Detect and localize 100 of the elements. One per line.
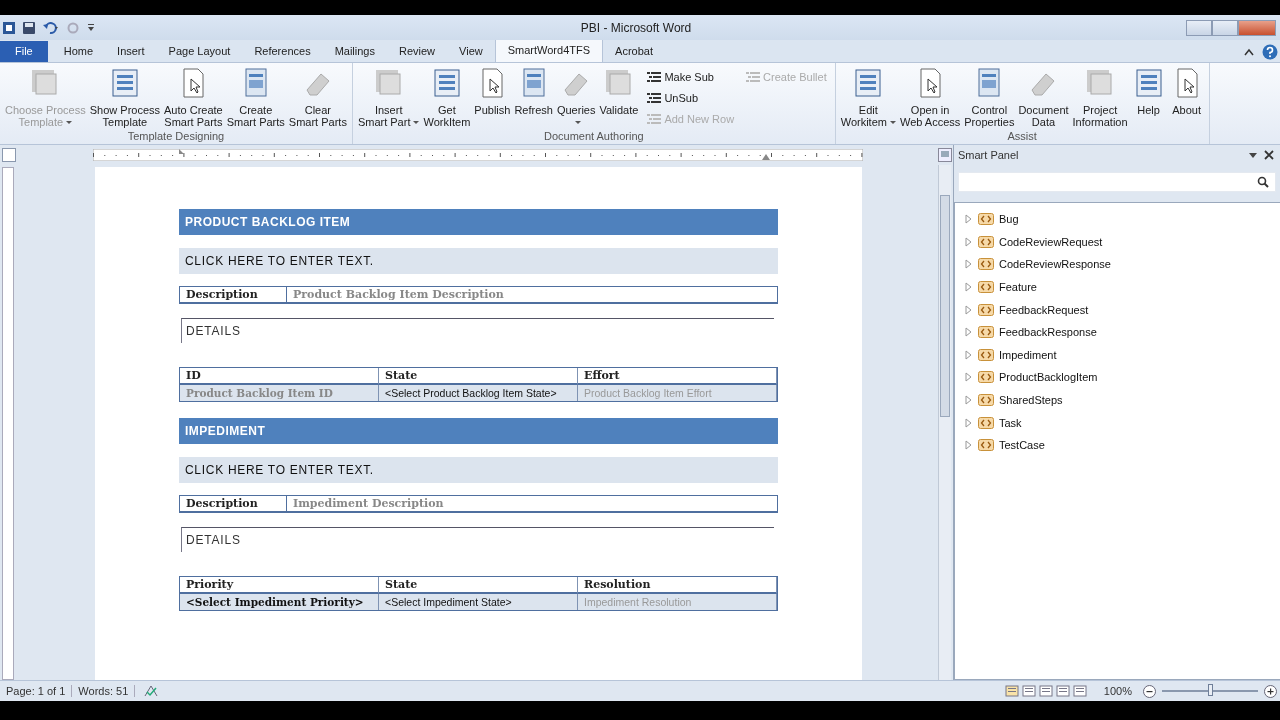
ribbon-button[interactable]: Open in Web Access (898, 66, 962, 128)
ribbon-button[interactable]: Refresh (513, 66, 554, 116)
expand-arrow-icon[interactable] (964, 395, 972, 406)
caret-icon[interactable] (889, 120, 896, 124)
tree-item[interactable]: CodeReviewRequest (999, 235, 1103, 248)
ribbon-button[interactable]: Validate (598, 66, 640, 116)
caret-icon[interactable] (413, 120, 420, 124)
table-cell[interactable]: <Select Impediment Priority> (180, 594, 379, 610)
tree-item[interactable]: Bug (999, 213, 1019, 226)
ribbon-button[interactable]: Auto Create Smart Parts (163, 66, 224, 128)
ribbon-button[interactable]: Control Properties (963, 66, 1016, 128)
ribbon-tab[interactable]: File (0, 41, 48, 62)
help-icon[interactable] (1262, 43, 1278, 60)
expand-arrow-icon[interactable] (964, 304, 972, 315)
table-header-cell: Priority (180, 577, 379, 594)
minimize-button[interactable] (1186, 19, 1212, 36)
ribbon-button[interactable]: Document Data (1017, 66, 1070, 128)
redo-icon[interactable] (66, 20, 80, 35)
content-control[interactable]: CLICK HERE TO ENTER TEXT. (179, 248, 778, 274)
tree-item[interactable]: SharedSteps (999, 394, 1063, 407)
view-icon[interactable] (1055, 685, 1070, 697)
collapse-ribbon-icon[interactable] (1244, 47, 1254, 56)
tree-item[interactable]: FeedbackRequest (999, 303, 1089, 316)
undo-icon[interactable] (42, 20, 60, 35)
ribbon-button[interactable]: Insert Smart Part (356, 66, 421, 128)
tree-item[interactable]: TestCase (999, 439, 1045, 452)
table-cell[interactable]: Impediment Description (287, 496, 777, 511)
close-icon[interactable] (1264, 150, 1274, 160)
ribbon-tab[interactable]: Mailings (322, 41, 387, 62)
expand-arrow-icon[interactable] (964, 259, 972, 270)
dropdown-icon[interactable] (1248, 151, 1258, 159)
table-cell[interactable]: Product Backlog Item Description (287, 287, 777, 302)
caret-icon[interactable] (574, 120, 581, 124)
tree-item[interactable]: CodeReviewResponse (999, 258, 1111, 271)
view-icon[interactable] (1072, 685, 1087, 697)
expand-arrow-icon[interactable] (964, 440, 972, 451)
word-icon[interactable] (2, 20, 16, 35)
page-count[interactable]: Page: 1 of 1 (0, 685, 73, 697)
view-icon[interactable] (1021, 685, 1036, 697)
zoom-in-icon[interactable] (1264, 684, 1277, 698)
tree-item[interactable]: ProductBacklogItem (999, 371, 1098, 384)
tab-selector[interactable] (2, 148, 16, 162)
ribbon-tab[interactable]: SmartWord4TFS (494, 39, 604, 62)
table-cell: Description (180, 496, 287, 511)
ribbon-button[interactable]: Help (1130, 66, 1167, 116)
expand-arrow-icon[interactable] (964, 417, 972, 428)
view-icon[interactable] (1004, 685, 1019, 697)
expand-arrow-icon[interactable] (964, 349, 972, 360)
code-tag-icon (978, 235, 994, 248)
ribbon-tab[interactable]: Review (387, 41, 448, 62)
tree-item[interactable]: Task (999, 416, 1022, 429)
search-field[interactable] (958, 172, 1276, 192)
word-count[interactable]: Words: 51 (72, 685, 136, 697)
ribbon-tab[interactable]: Home (51, 41, 106, 62)
close-button[interactable] (1238, 19, 1276, 36)
expand-arrow-icon[interactable] (964, 236, 972, 247)
view-icon[interactable] (1038, 685, 1053, 697)
expand-arrow-icon[interactable] (964, 327, 972, 338)
proofing-icon[interactable] (143, 684, 160, 698)
tree-item[interactable]: FeedbackResponse (999, 326, 1097, 339)
ribbon-tab[interactable]: Acrobat (603, 41, 665, 62)
content-control[interactable]: CLICK HERE TO ENTER TEXT. (179, 457, 778, 483)
ribbon-button[interactable]: Edit Workitem (839, 66, 897, 128)
tree-item[interactable]: Impediment (999, 348, 1057, 361)
section-heading: IMPEDIMENT (179, 418, 778, 444)
ribbon-button[interactable]: Make Sub (647, 69, 735, 85)
ribbon-tab[interactable]: References (242, 41, 323, 62)
table-cell[interactable]: <Select Product Backlog Item State> (379, 385, 578, 401)
code-tag-icon (978, 281, 994, 294)
zoom-out-icon[interactable] (1143, 684, 1156, 698)
scrollbar[interactable] (938, 165, 951, 680)
ribbon-tab[interactable]: Page Layout (156, 41, 243, 62)
expand-arrow-icon[interactable] (964, 372, 972, 383)
expand-arrow-icon[interactable] (964, 282, 972, 293)
ribbon-button[interactable]: Queries (555, 66, 597, 128)
code-tag-icon (978, 303, 994, 316)
expand-arrow-icon[interactable] (964, 214, 972, 225)
ribbon-tab[interactable]: Insert (105, 41, 157, 62)
ribbon-button[interactable]: Clear Smart Parts (287, 66, 348, 128)
table-cell[interactable]: <Select Impediment State> (379, 594, 578, 610)
ribbon-button[interactable]: Create Smart Parts (225, 66, 286, 128)
search-icon (1257, 176, 1269, 188)
ribbon-button[interactable]: Get WorkItem (422, 66, 472, 128)
group-label: Document Authoring (542, 130, 645, 144)
restore-button[interactable] (1212, 19, 1238, 36)
code-tag-icon (978, 348, 994, 361)
code-tag-icon (978, 439, 994, 452)
save-icon[interactable] (22, 20, 36, 35)
tree-item[interactable]: Feature (999, 281, 1037, 294)
ribbon-button[interactable]: About (1168, 66, 1205, 116)
zoom-slider-thumb[interactable] (1208, 684, 1213, 696)
ruler[interactable] (93, 149, 863, 161)
ribbon-tab[interactable]: View (447, 41, 495, 62)
ribbon-button[interactable]: Project Information (1071, 66, 1129, 128)
ribbon-button[interactable]: Show Process Template (88, 66, 162, 128)
window-title: PBI - Microsoft Word (579, 20, 693, 35)
ribbon-button[interactable]: UnSub (647, 90, 735, 106)
table-header-cell: State (379, 577, 578, 594)
zoom-level[interactable]: 100% (1089, 685, 1140, 697)
ribbon-button[interactable]: Publish (473, 66, 512, 116)
